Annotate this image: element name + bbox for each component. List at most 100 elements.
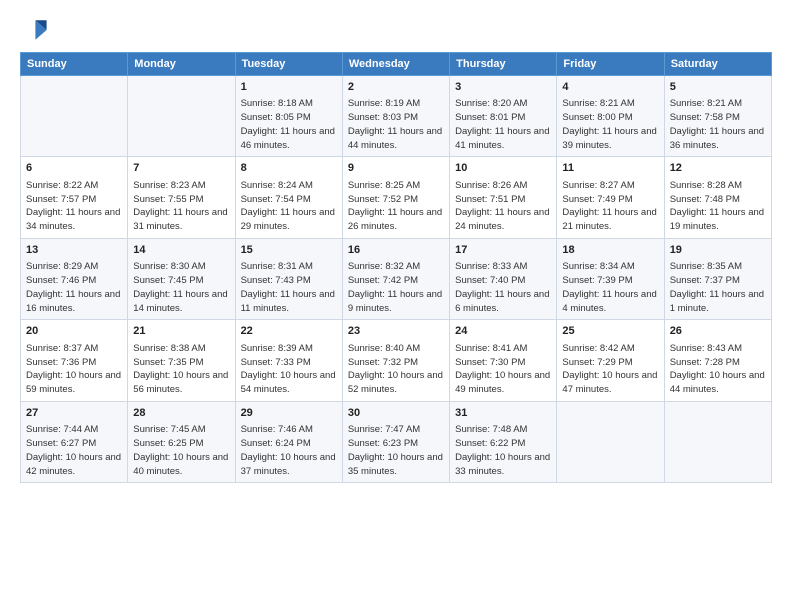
table-row: 8 Sunrise: 8:24 AMSunset: 7:54 PMDaylight… xyxy=(235,157,342,238)
day-number: 1 xyxy=(241,80,337,95)
day-detail: Sunrise: 8:32 AMSunset: 7:42 PMDaylight:… xyxy=(348,260,444,315)
table-row: 7Sunrise: 8:23 AMSunset: 7:55 PMDaylight… xyxy=(128,157,235,238)
calendar: Sunday Monday Tuesday Wednesday Thursday… xyxy=(20,52,772,483)
page: Sunday Monday Tuesday Wednesday Thursday… xyxy=(0,0,792,612)
table-row: 1 Sunrise: 8:18 AMSunset: 8:05 PMDaylight… xyxy=(235,76,342,157)
table-row: 19 Sunrise: 8:35 AMSunset: 7:37 PMDayligh… xyxy=(664,238,771,319)
table-row xyxy=(664,401,771,482)
day-detail: Sunrise: 8:21 AMSunset: 7:58 PMDaylight:… xyxy=(670,97,766,152)
day-detail: Sunrise: 8:41 AMSunset: 7:30 PMDaylight:… xyxy=(455,342,551,397)
table-row: 29 Sunrise: 7:46 AMSunset: 6:24 PMDayligh… xyxy=(235,401,342,482)
day-detail: Sunrise: 8:20 AMSunset: 8:01 PMDaylight:… xyxy=(455,97,551,152)
day-detail: Sunrise: 8:38 AMSunset: 7:35 PMDaylight:… xyxy=(133,342,229,397)
day-number: 29 xyxy=(241,406,337,421)
header-row: Sunday Monday Tuesday Wednesday Thursday… xyxy=(21,53,772,76)
day-number: 10 xyxy=(455,161,551,176)
table-row: 26 Sunrise: 8:43 AMSunset: 7:28 PMDayligh… xyxy=(664,320,771,401)
col-tuesday: Tuesday xyxy=(235,53,342,76)
table-row: 10Sunrise: 8:26 AMSunset: 7:51 PMDayligh… xyxy=(450,157,557,238)
day-detail: Sunrise: 8:42 AMSunset: 7:29 PMDaylight:… xyxy=(562,342,658,397)
day-number: 12 xyxy=(670,161,766,176)
table-row xyxy=(21,76,128,157)
day-detail: Sunrise: 8:29 AMSunset: 7:46 PMDaylight:… xyxy=(26,260,122,315)
day-number: 19 xyxy=(670,243,766,258)
day-detail: Sunrise: 8:30 AMSunset: 7:45 PMDaylight:… xyxy=(133,260,229,315)
day-number: 30 xyxy=(348,406,444,421)
day-detail: Sunrise: 8:19 AMSunset: 8:03 PMDaylight:… xyxy=(348,97,444,152)
logo-icon xyxy=(20,16,48,44)
day-number: 14 xyxy=(133,243,229,258)
day-number: 28 xyxy=(133,406,229,421)
day-number: 31 xyxy=(455,406,551,421)
table-row: 6 Sunrise: 8:22 AMSunset: 7:57 PMDaylight… xyxy=(21,157,128,238)
logo xyxy=(20,16,52,44)
col-sunday: Sunday xyxy=(21,53,128,76)
day-detail: Sunrise: 8:22 AMSunset: 7:57 PMDaylight:… xyxy=(26,179,122,234)
day-number: 24 xyxy=(455,324,551,339)
day-detail: Sunrise: 8:31 AMSunset: 7:43 PMDaylight:… xyxy=(241,260,337,315)
day-number: 8 xyxy=(241,161,337,176)
day-number: 3 xyxy=(455,80,551,95)
table-row: 30 Sunrise: 7:47 AMSunset: 6:23 PMDayligh… xyxy=(342,401,449,482)
col-friday: Friday xyxy=(557,53,664,76)
day-number: 21 xyxy=(133,324,229,339)
table-row: 22 Sunrise: 8:39 AMSunset: 7:33 PMDayligh… xyxy=(235,320,342,401)
day-number: 25 xyxy=(562,324,658,339)
table-row: 4 Sunrise: 8:21 AMSunset: 8:00 PMDaylight… xyxy=(557,76,664,157)
week-row-1: 1 Sunrise: 8:18 AMSunset: 8:05 PMDaylight… xyxy=(21,76,772,157)
day-number: 15 xyxy=(241,243,337,258)
day-detail: Sunrise: 8:40 AMSunset: 7:32 PMDaylight:… xyxy=(348,342,444,397)
day-detail: Sunrise: 8:37 AMSunset: 7:36 PMDaylight:… xyxy=(26,342,122,397)
day-detail: Sunrise: 8:18 AMSunset: 8:05 PMDaylight:… xyxy=(241,97,337,152)
table-row: 25 Sunrise: 8:42 AMSunset: 7:29 PMDayligh… xyxy=(557,320,664,401)
table-row xyxy=(557,401,664,482)
day-number: 20 xyxy=(26,324,122,339)
day-detail: Sunrise: 7:46 AMSunset: 6:24 PMDaylight:… xyxy=(241,423,337,478)
table-row: 2Sunrise: 8:19 AMSunset: 8:03 PMDaylight… xyxy=(342,76,449,157)
day-detail: Sunrise: 8:39 AMSunset: 7:33 PMDaylight:… xyxy=(241,342,337,397)
day-detail: Sunrise: 7:45 AMSunset: 6:25 PMDaylight:… xyxy=(133,423,229,478)
table-row: 28 Sunrise: 7:45 AMSunset: 6:25 PMDayligh… xyxy=(128,401,235,482)
table-row: 31 Sunrise: 7:48 AMSunset: 6:22 PMDayligh… xyxy=(450,401,557,482)
table-row: 5 Sunrise: 8:21 AMSunset: 7:58 PMDaylight… xyxy=(664,76,771,157)
day-number: 5 xyxy=(670,80,766,95)
table-row: 16Sunrise: 8:32 AMSunset: 7:42 PMDayligh… xyxy=(342,238,449,319)
day-detail: Sunrise: 8:24 AMSunset: 7:54 PMDaylight:… xyxy=(241,179,337,234)
day-number: 11 xyxy=(562,161,658,176)
day-detail: Sunrise: 8:33 AMSunset: 7:40 PMDaylight:… xyxy=(455,260,551,315)
table-row: 14 Sunrise: 8:30 AMSunset: 7:45 PMDayligh… xyxy=(128,238,235,319)
table-row: 17Sunrise: 8:33 AMSunset: 7:40 PMDayligh… xyxy=(450,238,557,319)
col-monday: Monday xyxy=(128,53,235,76)
table-row: 13Sunrise: 8:29 AMSunset: 7:46 PMDayligh… xyxy=(21,238,128,319)
day-detail: Sunrise: 8:43 AMSunset: 7:28 PMDaylight:… xyxy=(670,342,766,397)
col-thursday: Thursday xyxy=(450,53,557,76)
day-number: 6 xyxy=(26,161,122,176)
col-saturday: Saturday xyxy=(664,53,771,76)
day-number: 27 xyxy=(26,406,122,421)
table-row: 21 Sunrise: 8:38 AMSunset: 7:35 PMDayligh… xyxy=(128,320,235,401)
day-detail: Sunrise: 8:23 AMSunset: 7:55 PMDaylight:… xyxy=(133,179,229,234)
day-detail: Sunrise: 8:35 AMSunset: 7:37 PMDaylight:… xyxy=(670,260,766,315)
day-number: 22 xyxy=(241,324,337,339)
table-row: 24 Sunrise: 8:41 AMSunset: 7:30 PMDayligh… xyxy=(450,320,557,401)
day-number: 26 xyxy=(670,324,766,339)
table-row: 11 Sunrise: 8:27 AMSunset: 7:49 PMDayligh… xyxy=(557,157,664,238)
day-detail: Sunrise: 8:21 AMSunset: 8:00 PMDaylight:… xyxy=(562,97,658,152)
calendar-body: 1 Sunrise: 8:18 AMSunset: 8:05 PMDaylight… xyxy=(21,76,772,483)
day-detail: Sunrise: 8:34 AMSunset: 7:39 PMDaylight:… xyxy=(562,260,658,315)
day-detail: Sunrise: 8:25 AMSunset: 7:52 PMDaylight:… xyxy=(348,179,444,234)
day-number: 4 xyxy=(562,80,658,95)
day-number: 23 xyxy=(348,324,444,339)
day-detail: Sunrise: 7:48 AMSunset: 6:22 PMDaylight:… xyxy=(455,423,551,478)
week-row-2: 6 Sunrise: 8:22 AMSunset: 7:57 PMDaylight… xyxy=(21,157,772,238)
table-row: 23 Sunrise: 8:40 AMSunset: 7:32 PMDayligh… xyxy=(342,320,449,401)
col-wednesday: Wednesday xyxy=(342,53,449,76)
day-detail: Sunrise: 7:47 AMSunset: 6:23 PMDaylight:… xyxy=(348,423,444,478)
header xyxy=(20,16,772,44)
calendar-header: Sunday Monday Tuesday Wednesday Thursday… xyxy=(21,53,772,76)
week-row-3: 13Sunrise: 8:29 AMSunset: 7:46 PMDayligh… xyxy=(21,238,772,319)
week-row-4: 20 Sunrise: 8:37 AMSunset: 7:36 PMDayligh… xyxy=(21,320,772,401)
day-number: 9 xyxy=(348,161,444,176)
day-detail: Sunrise: 8:28 AMSunset: 7:48 PMDaylight:… xyxy=(670,179,766,234)
day-detail: Sunrise: 8:27 AMSunset: 7:49 PMDaylight:… xyxy=(562,179,658,234)
